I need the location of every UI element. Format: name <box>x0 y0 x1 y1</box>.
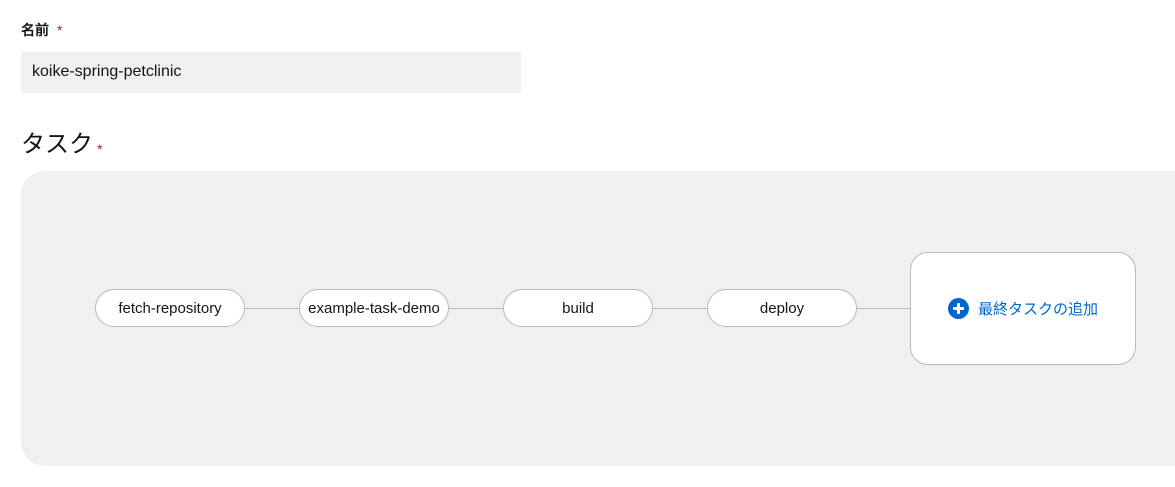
pipeline-edge <box>449 308 503 309</box>
tasks-required-marker: * <box>97 141 103 157</box>
task-node-label: example-task-demo <box>308 299 440 317</box>
add-final-task-label: 最終タスクの追加 <box>977 301 1098 318</box>
task-node-label: deploy <box>759 299 805 317</box>
pipeline-builder-canvas: fetch-repository example-task-demo build… <box>21 171 1175 466</box>
task-node-fetch-repository[interactable]: fetch-repository <box>95 289 245 327</box>
name-label-text: 名前 <box>21 22 49 38</box>
pipeline-edge <box>857 308 911 309</box>
name-field-label: 名前 * <box>21 20 62 40</box>
tasks-title-text: タスク <box>21 131 93 158</box>
plus-circle-icon <box>947 298 969 319</box>
tasks-section-title: タスク * <box>21 124 102 159</box>
task-node-label: fetch-repository <box>118 299 222 317</box>
pipeline-edge <box>653 308 707 309</box>
add-final-task-button[interactable]: 最終タスクの追加 <box>910 252 1136 365</box>
task-node-deploy[interactable]: deploy <box>707 289 857 327</box>
name-input[interactable] <box>21 52 521 93</box>
required-marker: * <box>57 22 63 38</box>
task-node-label: build <box>562 299 594 317</box>
pipeline-edge <box>245 308 299 309</box>
task-node-example-task-demo[interactable]: example-task-demo <box>299 289 449 327</box>
task-node-build[interactable]: build <box>503 289 653 327</box>
